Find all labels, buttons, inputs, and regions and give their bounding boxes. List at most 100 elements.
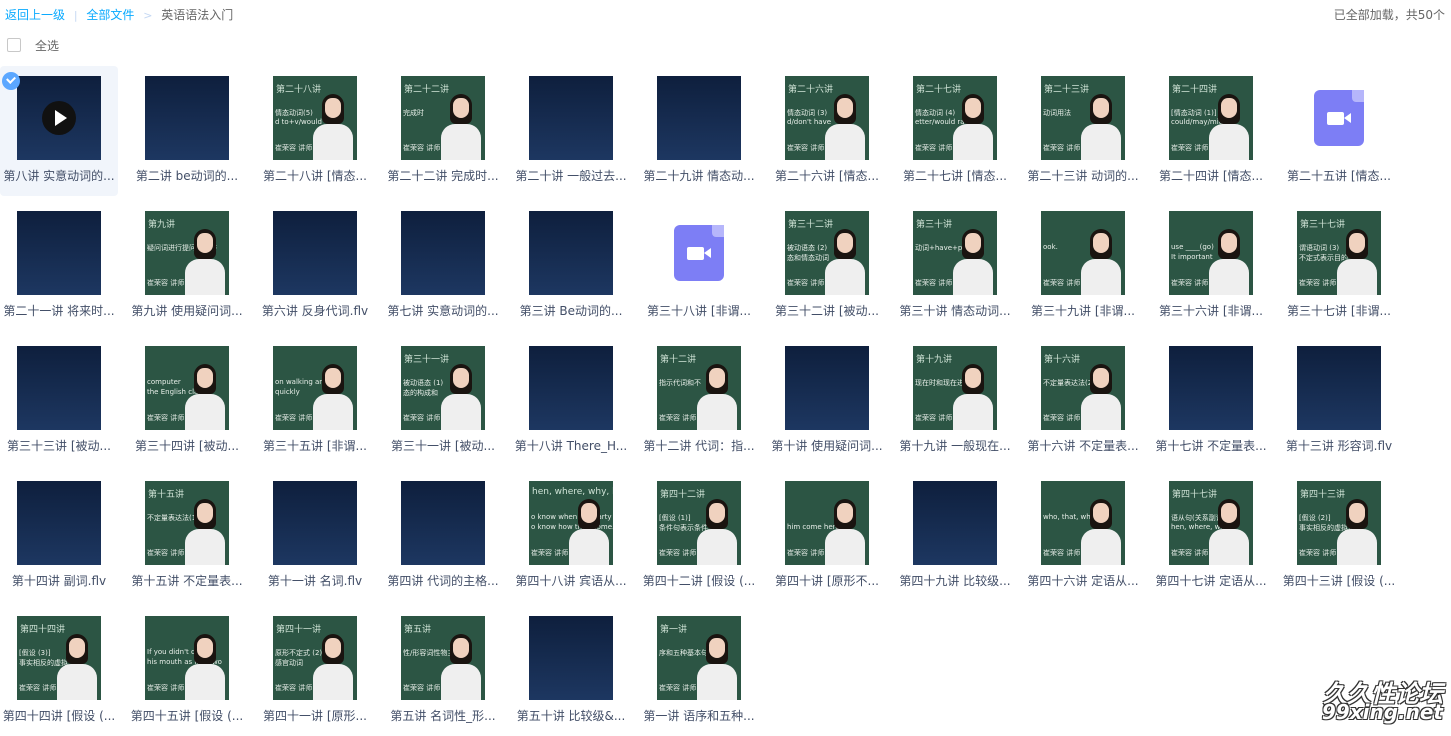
- file-name[interactable]: 第四十四讲 [假设 (...: [0, 707, 118, 724]
- file-item[interactable]: 第十讲 使用疑问词...: [768, 336, 886, 466]
- file-name[interactable]: 第十四讲 副词.flv: [0, 572, 118, 589]
- file-name[interactable]: 第十五讲 不定量表...: [128, 572, 246, 589]
- file-thumbnail[interactable]: [529, 346, 613, 430]
- file-item[interactable]: 第九讲 疑问词进行提问和回答 崔荣容 讲师第九讲 使用疑问词...: [128, 201, 246, 331]
- file-item[interactable]: 第二十四讲 [情态动词 (1)] could/may/might 崔荣容 讲师 第二十四…: [1152, 66, 1270, 196]
- file-name[interactable]: 第七讲 实意动词的...: [384, 302, 502, 319]
- file-thumbnail[interactable]: [17, 76, 101, 160]
- file-thumbnail[interactable]: [785, 346, 869, 430]
- file-thumbnail[interactable]: 第一讲 序和五种基本句 崔荣容 讲师: [657, 616, 741, 700]
- all-files-link[interactable]: 全部文件: [86, 8, 134, 22]
- file-thumbnail[interactable]: [1297, 76, 1381, 160]
- file-name[interactable]: 第十三讲 形容词.flv: [1280, 437, 1398, 454]
- file-thumbnail[interactable]: 第二十七讲 情态动词 (4) etter/would ra 崔荣容 讲师: [913, 76, 997, 160]
- file-name[interactable]: 第六讲 反身代词.flv: [256, 302, 374, 319]
- file-item[interactable]: on walking and quickly 崔荣容 讲师 第三十五讲 [非谓...: [256, 336, 374, 466]
- file-thumbnail[interactable]: [529, 211, 613, 295]
- file-name[interactable]: 第十六讲 不定量表...: [1024, 437, 1142, 454]
- file-item[interactable]: 第四十三讲 [假设 (2)] 事实相反的虚拟语气 崔荣容 讲师 第四十三讲 [假设 (.…: [1280, 471, 1398, 601]
- file-thumbnail[interactable]: 第四十四讲 [假设 (3)] 事实相反的虚拟 崔荣容 讲师: [17, 616, 101, 700]
- file-item[interactable]: 第七讲 实意动词的...: [384, 201, 502, 331]
- file-thumbnail[interactable]: If you didn't care his mouth as if he wo 崔…: [145, 616, 229, 700]
- file-item[interactable]: 第四十九讲 比较级...: [896, 471, 1014, 601]
- file-name[interactable]: 第五十讲 比较级&...: [512, 707, 630, 724]
- file-name[interactable]: 第二十八讲 [情态...: [256, 167, 374, 184]
- file-thumbnail[interactable]: 第三十二讲 被动语态 (2) 态和情态动词 崔荣容 讲师: [785, 211, 869, 295]
- file-thumbnail[interactable]: 第四十三讲 [假设 (2)] 事实相反的虚拟语气 崔荣容 讲师: [1297, 481, 1381, 565]
- file-name[interactable]: 第二讲 be动词的...: [128, 167, 246, 184]
- file-item[interactable]: 第十一讲 名词.flv: [256, 471, 374, 601]
- file-name[interactable]: 第二十七讲 [情态...: [896, 167, 1014, 184]
- file-thumbnail[interactable]: on walking and quickly 崔荣容 讲师: [273, 346, 357, 430]
- file-item[interactable]: If you didn't care his mouth as if he wo 崔…: [128, 606, 246, 736]
- file-thumbnail[interactable]: use ____(go) It important 崔荣容 讲师: [1169, 211, 1253, 295]
- file-name[interactable]: 第二十九讲 情态动...: [640, 167, 758, 184]
- file-item[interactable]: 第一讲 序和五种基本句 崔荣容 讲师 第一讲 语序和五种...: [640, 606, 758, 736]
- file-name[interactable]: 第三讲 Be动词的...: [512, 302, 630, 319]
- file-thumbnail[interactable]: 第二十八讲 情态动词(5) d to+v/would 崔荣容 讲师: [273, 76, 357, 160]
- file-item[interactable]: 第二十五讲 [情态...: [1280, 66, 1398, 196]
- file-item[interactable]: 第四十二讲 [假设 (1)] 条件句表示条件 崔荣容 讲师 第四十二讲 [假设 (...: [640, 471, 758, 601]
- file-name[interactable]: 第四十六讲 定语从...: [1024, 572, 1142, 589]
- file-item[interactable]: 第三十七讲 谓语动词 (3) 不定式表示目的 崔荣容 讲师 第三十七讲 [非谓...: [1280, 201, 1398, 331]
- file-thumbnail[interactable]: [17, 346, 101, 430]
- file-thumbnail[interactable]: computer the English class 崔荣容 讲师: [145, 346, 229, 430]
- file-name[interactable]: 第四十一讲 [原形...: [256, 707, 374, 724]
- file-item[interactable]: 第二十六讲 情态动词 (3) d/don't have 崔荣容 讲师第二十六讲 [情态…: [768, 66, 886, 196]
- file-item[interactable]: 第五十讲 比较级&...: [512, 606, 630, 736]
- file-thumbnail[interactable]: who, that, which 崔荣容 讲师: [1041, 481, 1125, 565]
- file-thumbnail[interactable]: 第二十三讲 动词用法 崔荣容 讲师: [1041, 76, 1125, 160]
- file-thumbnail[interactable]: hen, where, why, howo know when the part…: [529, 481, 613, 565]
- file-name[interactable]: 第五讲 名词性_形...: [384, 707, 502, 724]
- file-name[interactable]: 第四十讲 [原形不...: [768, 572, 886, 589]
- file-thumbnail[interactable]: 第三十讲 动词+have+p.p. 崔荣容 讲师: [913, 211, 997, 295]
- file-thumbnail[interactable]: 第九讲 疑问词进行提问和回答 崔荣容 讲师: [145, 211, 229, 295]
- file-item[interactable]: 第四讲 代词的主格...: [384, 471, 502, 601]
- file-name[interactable]: 第三十六讲 [非谓...: [1152, 302, 1270, 319]
- file-item[interactable]: 第二讲 be动词的...: [128, 66, 246, 196]
- file-name[interactable]: 第四十五讲 [假设 (...: [128, 707, 246, 724]
- file-thumbnail[interactable]: [529, 76, 613, 160]
- file-item[interactable]: ook. 崔荣容 讲师 第三十九讲 [非谓...: [1024, 201, 1142, 331]
- file-item[interactable]: 第三十讲 动词+have+p.p. 崔荣容 讲师第三十讲 情态动词...: [896, 201, 1014, 331]
- file-item[interactable]: 第四十一讲 原形不定式 (2) 感官动词 崔荣容 讲师第四十一讲 [原形...: [256, 606, 374, 736]
- file-thumbnail[interactable]: 第四十一讲 原形不定式 (2) 感官动词 崔荣容 讲师: [273, 616, 357, 700]
- file-name[interactable]: 第四十九讲 比较级...: [896, 572, 1014, 589]
- file-item[interactable]: 第十七讲 不定量表...: [1152, 336, 1270, 466]
- file-thumbnail[interactable]: 第十六讲 不定量表达法(2) 崔荣容 讲师: [1041, 346, 1125, 430]
- file-thumbnail[interactable]: 第十二讲 指示代词和不 崔荣容 讲师: [657, 346, 741, 430]
- file-name[interactable]: 第四十二讲 [假设 (...: [640, 572, 758, 589]
- file-item[interactable]: 第三讲 Be动词的...: [512, 201, 630, 331]
- file-thumbnail[interactable]: [401, 481, 485, 565]
- file-item[interactable]: 第十五讲 不定量表达法(1) 崔荣容 讲师第十五讲 不定量表...: [128, 471, 246, 601]
- file-thumbnail[interactable]: [1297, 346, 1381, 430]
- file-thumbnail[interactable]: [145, 76, 229, 160]
- play-icon[interactable]: [42, 101, 76, 135]
- file-thumbnail[interactable]: 第三十七讲 谓语动词 (3) 不定式表示目的 崔荣容 讲师: [1297, 211, 1381, 295]
- file-item[interactable]: 第四十七讲 语从句(关系副词) hen, where, wh 崔荣容 讲师 第四十七讲 …: [1152, 471, 1270, 601]
- file-item[interactable]: him come here. 崔荣容 讲师 第四十讲 [原形不...: [768, 471, 886, 601]
- file-item[interactable]: 第十六讲 不定量表达法(2) 崔荣容 讲师第十六讲 不定量表...: [1024, 336, 1142, 466]
- file-thumbnail[interactable]: 第十九讲 现在时和现在进 崔荣容 讲师: [913, 346, 997, 430]
- file-thumbnail[interactable]: 第三十一讲 被动语态 (1) 态的构成和 崔荣容 讲师: [401, 346, 485, 430]
- file-item[interactable]: 第十四讲 副词.flv: [0, 471, 118, 601]
- file-thumbnail[interactable]: 第二十六讲 情态动词 (3) d/don't have 崔荣容 讲师: [785, 76, 869, 160]
- file-name[interactable]: 第三十三讲 [被动...: [0, 437, 118, 454]
- file-thumbnail[interactable]: 第二十四讲 [情态动词 (1)] could/may/might 崔荣容 讲师: [1169, 76, 1253, 160]
- file-name[interactable]: 第二十讲 一般过去...: [512, 167, 630, 184]
- file-name[interactable]: 第三十讲 情态动词...: [896, 302, 1014, 319]
- file-item[interactable]: 第六讲 反身代词.flv: [256, 201, 374, 331]
- file-name[interactable]: 第九讲 使用疑问词...: [128, 302, 246, 319]
- file-name[interactable]: 第三十一讲 [被动...: [384, 437, 502, 454]
- file-thumbnail[interactable]: 第十五讲 不定量表达法(1) 崔荣容 讲师: [145, 481, 229, 565]
- file-name[interactable]: 第二十三讲 动词的...: [1024, 167, 1142, 184]
- file-name[interactable]: 第三十二讲 [被动...: [768, 302, 886, 319]
- file-item[interactable]: 第二十三讲 动词用法 崔荣容 讲师第二十三讲 动词的...: [1024, 66, 1142, 196]
- file-item[interactable]: 第三十一讲 被动语态 (1) 态的构成和 崔荣容 讲师第三十一讲 [被动...: [384, 336, 502, 466]
- file-item[interactable]: hen, where, why, howo know when the part…: [512, 471, 630, 601]
- file-name[interactable]: 第十一讲 名词.flv: [256, 572, 374, 589]
- file-item[interactable]: 第二十讲 一般过去...: [512, 66, 630, 196]
- file-item[interactable]: use ____(go) It important 崔荣容 讲师第三十六讲 [非谓.…: [1152, 201, 1270, 331]
- file-item[interactable]: 第十九讲 现在时和现在进 崔荣容 讲师 第十九讲 一般现在...: [896, 336, 1014, 466]
- file-name[interactable]: 第二十六讲 [情态...: [768, 167, 886, 184]
